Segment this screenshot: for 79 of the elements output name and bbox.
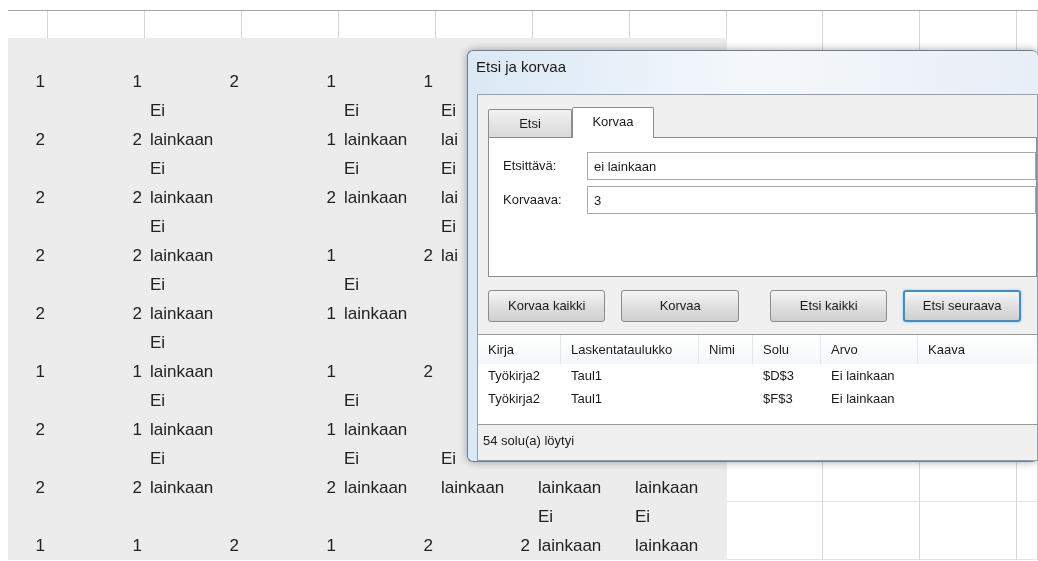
cell-value: 1	[35, 535, 45, 557]
cell-value: lainkaan	[538, 477, 602, 499]
cell-value: 1	[35, 71, 45, 93]
cell-value: 2	[423, 245, 433, 267]
cell-value: 2	[132, 303, 142, 325]
table-cell-text: Työkirja2	[487, 366, 542, 385]
cell-value: 2	[520, 535, 530, 557]
cell-value: 2	[35, 245, 45, 267]
tab[interactable]: Korvaa	[572, 107, 654, 138]
button[interactable]: Etsi seuraava	[903, 290, 1021, 322]
cell-value: 2	[35, 303, 45, 325]
cell-value: 2	[229, 71, 239, 93]
cell-value: Ei lainkaan	[344, 274, 408, 325]
table-cell-text: Työkirja2	[487, 389, 542, 408]
cell-value: 1	[423, 71, 433, 93]
cell-value: 2	[132, 129, 142, 151]
cell-value: 1	[326, 71, 336, 93]
table-cell-text: Ei lainkaan	[830, 366, 896, 385]
cell-value: Ei lainkaan	[344, 100, 408, 151]
field-label: Etsittävä:	[503, 157, 558, 176]
cell-value: 2	[132, 477, 142, 499]
cell-value: 1	[326, 245, 336, 267]
field-label: Korvaava:	[503, 191, 563, 210]
cell-value: 2	[326, 187, 336, 209]
cell-value: Ei lainkaan	[150, 390, 214, 441]
cell-value: 2	[326, 477, 336, 499]
column-header[interactable]: Laskentataulukko	[561, 335, 699, 364]
cell-value: 2	[132, 187, 142, 209]
cell-value: Ei lai	[441, 158, 458, 209]
cell-value: 2	[35, 419, 45, 441]
cell-value: Ei lainkaan	[344, 448, 408, 499]
input-field[interactable]: ei lainkaan	[587, 152, 1036, 180]
input-field[interactable]: 3	[587, 186, 1036, 214]
cell-value: Ei lainkaan	[344, 390, 408, 441]
cell-value: 1	[132, 361, 142, 383]
table-cell-text: Ei lainkaan	[830, 389, 896, 408]
button[interactable]: Korvaa	[621, 290, 739, 322]
cell-value: Ei lainkaan	[150, 332, 214, 383]
cell-value: 1	[326, 361, 336, 383]
cell-value: 1	[132, 535, 142, 557]
cell-value: 1	[326, 129, 336, 151]
cell-value: 1	[132, 71, 142, 93]
cell-value: 2	[229, 535, 239, 557]
cell-value: 2	[35, 129, 45, 151]
cell-value: Ei lai	[441, 100, 458, 151]
cell-value: Ei lainkaan	[150, 100, 214, 151]
cell-value: 2	[132, 245, 142, 267]
cell-value: 1	[132, 419, 142, 441]
cell-value: Ei lai	[441, 216, 458, 267]
cell-value: Ei lainkaan	[538, 506, 602, 557]
table-cell-text: $F$3	[762, 389, 794, 408]
cell-value: 2	[423, 535, 433, 557]
table-cell-text: Taul1	[570, 389, 604, 408]
cell-value: 2	[35, 187, 45, 209]
cell-value: 2	[35, 477, 45, 499]
cell-value: Ei lainkaan	[150, 274, 214, 325]
button[interactable]: Etsi kaikki	[769, 290, 888, 322]
cell-value: Ei lainkaan	[150, 448, 214, 499]
status-text: 54 solu(a) löytyi	[482, 432, 576, 450]
button[interactable]: Korvaa kaikki	[488, 290, 606, 322]
tab[interactable]: Etsi	[488, 109, 572, 137]
table-cell-text: $D$3	[762, 366, 796, 385]
cell-value: Ei lainkaan	[635, 506, 699, 557]
cell-value: 1	[35, 361, 45, 383]
table-cell-text: Taul1	[570, 366, 604, 385]
cell-value: 1	[326, 419, 336, 441]
cell-value: Ei lainkaan	[441, 448, 505, 499]
cell-value: 2	[423, 361, 433, 383]
column-header[interactable]: Arvo	[821, 335, 918, 364]
cell-value: 1	[326, 535, 336, 557]
cell-value: Ei lainkaan	[344, 158, 408, 209]
cell-value: 1	[326, 303, 336, 325]
column-header[interactable]: Kaava	[918, 335, 1037, 364]
cell-value: Ei lainkaan	[150, 216, 214, 267]
cell-value: lainkaan	[635, 477, 699, 499]
column-header[interactable]: Solu	[753, 335, 821, 364]
cell-value: Ei lainkaan	[150, 158, 214, 209]
column-header[interactable]: Nimi	[699, 335, 753, 364]
column-header[interactable]: Kirja	[478, 335, 561, 364]
